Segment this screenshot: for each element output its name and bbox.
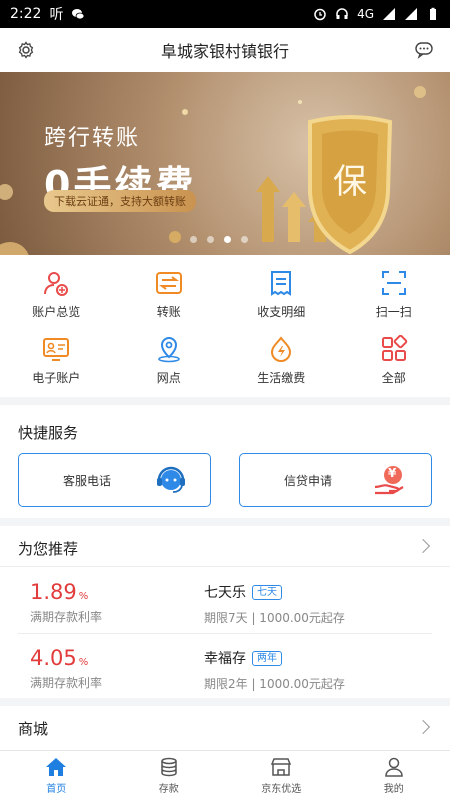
scan-icon (381, 270, 406, 295)
shop-icon (271, 757, 292, 776)
customer-service-button[interactable]: 客服电话 (18, 453, 211, 507)
promo-banner[interactable]: $ 跨行转账 0手续费 下载云证通，支持大额转账 保 (0, 72, 450, 255)
grid-item-branch[interactable]: 网点 (113, 327, 226, 393)
messages-button[interactable] (412, 38, 436, 62)
network-type: 4G (357, 7, 374, 21)
rate-unit: % (78, 591, 89, 602)
grid-label: 全部 (381, 370, 406, 385)
loan-apply-icon: ¥ (373, 463, 409, 497)
settings-button[interactable] (14, 38, 38, 62)
grid-label: 收支明细 (257, 304, 306, 319)
product-card-xingfucun[interactable]: 4.05% 满期存款利率 幸福存 两年 期限2年 | 1000.00元起存 (18, 636, 432, 700)
alarm-icon (314, 8, 326, 21)
gear-icon (18, 41, 34, 59)
loan-apply-button[interactable]: 信贷申请 ¥ (239, 453, 432, 507)
page-title: 阜城家银村镇银行 (160, 42, 289, 61)
account-overview-icon (44, 271, 69, 296)
status-bar: 2:22 听 4G (0, 0, 450, 28)
recommend-title: 为您推荐 (18, 540, 79, 558)
banner-pagination (190, 236, 248, 243)
grid-item-utility[interactable]: 生活缴费 (225, 327, 338, 393)
utility-payment-icon (271, 335, 292, 362)
tab-label: 首页 (46, 783, 67, 795)
battery-icon (430, 7, 436, 20)
product-name-text: 七天乐 (204, 585, 246, 601)
product-tag: 七天 (252, 584, 282, 600)
banner-dot[interactable] (241, 236, 248, 243)
grid-item-account-overview[interactable]: 账户总览 (0, 261, 113, 327)
grid-item-scan[interactable]: 扫一扫 (338, 261, 450, 327)
tab-label: 京东优选 (261, 783, 302, 795)
grid-label: 扫一扫 (375, 304, 412, 319)
rate-label: 满期存款利率 (30, 676, 103, 690)
product-name: 七天乐 七天 (204, 582, 282, 602)
product-card-qitianle[interactable]: 1.89% 满期存款利率 七天乐 七天 期限7天 | 1000.00元起存 (18, 570, 432, 634)
tab-deposit[interactable]: 存款 (113, 751, 226, 800)
app-header: 阜城家银村镇银行 (0, 28, 450, 72)
product-name: 幸福存 两年 (204, 648, 282, 668)
mall-section[interactable]: 商城 (0, 706, 450, 750)
chat-bubble-icon (415, 42, 433, 59)
statement-icon (271, 270, 292, 296)
grid-label: 网点 (156, 370, 181, 385)
customer-service-icon (157, 466, 185, 493)
rate-unit: % (78, 657, 89, 668)
divider (0, 566, 450, 567)
rate-value: 1.89 (30, 580, 77, 604)
recommend-header[interactable]: 为您推荐 (0, 526, 450, 566)
quick-services-section: 快捷服务 客服电话 信贷申请 ¥ (0, 405, 450, 518)
tab-profile[interactable]: 我的 (338, 751, 450, 800)
signal-icon (383, 8, 395, 20)
product-desc: 期限7天 | 1000.00元起存 (204, 611, 345, 625)
shield-emblem-text: 保 (333, 162, 367, 202)
headphones-icon (336, 8, 348, 19)
tab-jd-select[interactable]: 京东优选 (225, 751, 338, 800)
profile-icon (384, 757, 403, 777)
quick-services-title: 快捷服务 (18, 424, 79, 442)
loan-apply-icon-symbol: ¥ (388, 466, 397, 480)
wechat-icon (72, 9, 85, 20)
chevron-right-icon (415, 538, 431, 554)
grid-label: 转账 (156, 304, 181, 319)
all-apps-icon (381, 334, 407, 361)
status-time: 2:22 (10, 6, 42, 22)
product-rate: 1.89% (30, 580, 88, 604)
banner-dot[interactable] (190, 236, 197, 243)
grid-label: 账户总览 (32, 304, 81, 319)
signal-icon-2 (405, 8, 417, 20)
divider (18, 633, 432, 634)
banner-line1: 跨行转账 (44, 126, 141, 151)
bottom-tab-bar: 首页 存款 京东优选 我的 (0, 750, 450, 800)
rate-label: 满期存款利率 (30, 610, 103, 624)
status-extra: 听 (49, 7, 64, 23)
mall-title: 商城 (18, 720, 49, 738)
quick-label: 客服电话 (63, 473, 112, 488)
grid-item-e-account[interactable]: 电子账户 (0, 327, 113, 393)
grid-item-all[interactable]: 全部 (338, 327, 450, 393)
product-desc: 期限2年 | 1000.00元起存 (204, 677, 345, 691)
transfer-icon (155, 271, 182, 294)
function-grid: 账户总览 转账 收支明细 扫一扫 电子账户 网点 生活缴费 全部 (0, 255, 450, 397)
banner-line3: 下载云证通，支持大额转账 (44, 190, 196, 212)
tab-home[interactable]: 首页 (0, 751, 113, 800)
product-name-text: 幸福存 (204, 651, 246, 667)
product-tag: 两年 (252, 650, 282, 666)
banner-dot[interactable] (207, 236, 214, 243)
e-account-icon (43, 337, 70, 361)
grid-item-transfer[interactable]: 转账 (113, 261, 226, 327)
deposit-icon (161, 757, 177, 776)
rate-value: 4.05 (30, 646, 77, 670)
branch-location-icon (157, 336, 180, 362)
grid-item-statement[interactable]: 收支明细 (225, 261, 338, 327)
tab-label: 我的 (383, 783, 404, 795)
product-rate: 4.05% (30, 646, 88, 670)
tab-label: 存款 (158, 783, 179, 795)
banner-dot-active[interactable] (224, 236, 231, 243)
grid-label: 电子账户 (32, 370, 81, 385)
grid-label: 生活缴费 (257, 370, 306, 385)
quick-label: 信贷申请 (284, 473, 333, 488)
home-icon (46, 757, 67, 776)
recommend-section: 为您推荐 1.89% 满期存款利率 七天乐 七天 期限7天 | 1000.00元起… (0, 526, 450, 698)
chevron-right-icon (415, 719, 431, 735)
